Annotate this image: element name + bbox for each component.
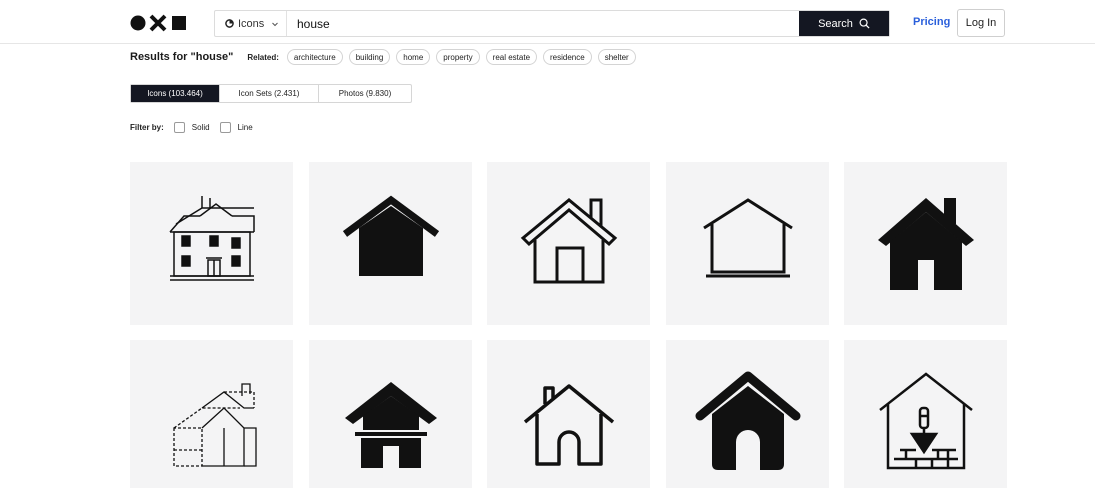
victorian-house-icon	[168, 195, 255, 281]
solid-house-chimney-icon	[877, 197, 974, 290]
solid-house-icon	[342, 195, 439, 276]
house-construction-trowel-icon	[878, 371, 973, 469]
icon-tile-8[interactable]	[487, 340, 650, 488]
icon-tile-7[interactable]	[309, 340, 472, 488]
filter-bar: Filter by: Solid Line	[130, 121, 263, 134]
icon-tile-4[interactable]	[666, 162, 829, 325]
icon-tile-2[interactable]	[309, 162, 472, 325]
result-type-tabs: Icons (103.464) Icon Sets (2.431) Photos…	[130, 84, 412, 103]
search-type-select[interactable]: Icons	[215, 11, 287, 36]
solid-checkbox[interactable]	[173, 122, 185, 133]
pricing-link[interactable]: Pricing	[913, 16, 950, 28]
login-button[interactable]: Log In	[957, 9, 1005, 37]
site-logo[interactable]	[130, 14, 190, 32]
search-icon	[859, 18, 870, 29]
icon-tile-6[interactable]	[130, 340, 293, 488]
house-sketch-icon	[172, 382, 257, 467]
icons-type-icon	[225, 19, 234, 28]
related-chip-architecture[interactable]: architecture	[286, 49, 343, 65]
icon-tile-10[interactable]	[844, 340, 1007, 488]
line-checkbox-label: Line	[237, 123, 253, 132]
solid-checkbox-label: Solid	[191, 123, 210, 132]
icon-tile-5[interactable]	[844, 162, 1007, 325]
filter-label: Filter by:	[130, 123, 164, 132]
search-type-label: Icons	[238, 17, 265, 30]
tab-icons[interactable]: Icons (103.464)	[131, 85, 220, 102]
solid-house-arch-door-icon	[695, 371, 800, 470]
search-input[interactable]	[287, 11, 799, 36]
tab-icon-sets[interactable]: Icon Sets (2.431)	[220, 85, 319, 102]
top-bar: Icons Search Pricing Log In	[0, 0, 1095, 44]
outline-house-chimney-icon	[520, 197, 617, 283]
line-checkbox[interactable]	[219, 122, 231, 133]
search-button-label: Search	[818, 17, 853, 30]
related-chip-residence[interactable]: residence	[543, 49, 592, 65]
search-button[interactable]: Search	[799, 11, 889, 36]
results-title: Results for "house"	[130, 51, 234, 63]
related-label: Related:	[247, 52, 279, 62]
related-chip-real-estate[interactable]: real estate	[485, 49, 538, 65]
related-chip-building[interactable]: building	[348, 49, 391, 65]
minimal-house-outline-icon	[702, 197, 793, 277]
tab-photos[interactable]: Photos (9.830)	[319, 85, 411, 102]
icon-tile-3[interactable]	[487, 162, 650, 325]
chevron-down-icon	[272, 22, 279, 26]
solid-house-door-icon	[344, 381, 437, 468]
results-header: Results for "house" Related: architectur…	[130, 48, 642, 66]
icon-tile-1[interactable]	[130, 162, 293, 325]
related-chip-property[interactable]: property	[436, 49, 480, 65]
related-chip-shelter[interactable]: shelter	[597, 49, 636, 65]
related-chip-home[interactable]: home	[396, 49, 431, 65]
search-bar: Icons Search	[214, 10, 890, 37]
outline-house-arch-door-icon	[523, 383, 614, 466]
icon-tile-9[interactable]	[666, 340, 829, 488]
